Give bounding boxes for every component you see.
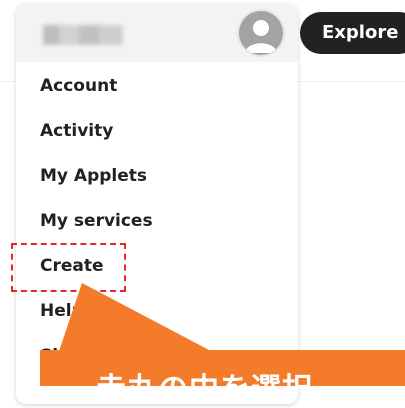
menu-item-my-services[interactable]: My services [40,207,153,235]
callout-text: 赤丸の中を選択 [96,372,313,407]
dropdown-header [16,4,298,62]
create-highlight-box [11,243,126,292]
menu-item-activity[interactable]: Activity [40,117,113,145]
username-redacted [43,25,123,45]
account-dropdown-menu: Account Activity My Applets My services … [16,4,298,404]
menu-item-my-applets[interactable]: My Applets [40,162,147,190]
explore-button[interactable]: Explore [300,12,405,54]
user-avatar-icon[interactable] [239,11,283,55]
menu-item-account[interactable]: Account [40,72,117,100]
menu-item-help[interactable]: Help [40,297,84,325]
